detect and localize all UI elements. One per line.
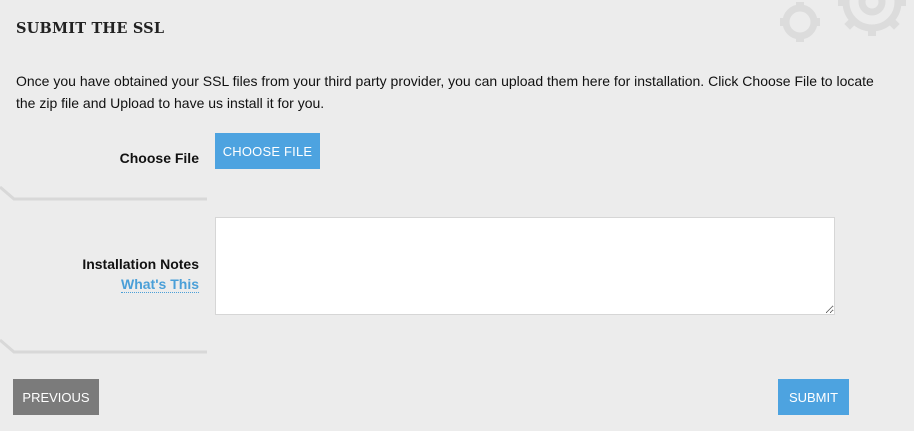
gears-icon bbox=[780, 0, 906, 42]
section-divider bbox=[0, 185, 207, 201]
page-title: SUBMIT THE SSL bbox=[16, 20, 165, 37]
intro-text: Once you have obtained your SSL files fr… bbox=[16, 73, 874, 111]
installation-notes-input[interactable] bbox=[215, 217, 835, 315]
whats-this-link[interactable]: What's This bbox=[121, 276, 199, 293]
choose-file-label: Choose File bbox=[119, 150, 199, 166]
section-divider bbox=[0, 338, 207, 354]
choose-file-button[interactable]: CHOOSE FILE bbox=[215, 133, 320, 169]
installation-notes-label: Installation Notes bbox=[82, 256, 199, 272]
previous-button[interactable]: PREVIOUS bbox=[13, 379, 99, 415]
submit-button[interactable]: SUBMIT bbox=[778, 379, 849, 415]
